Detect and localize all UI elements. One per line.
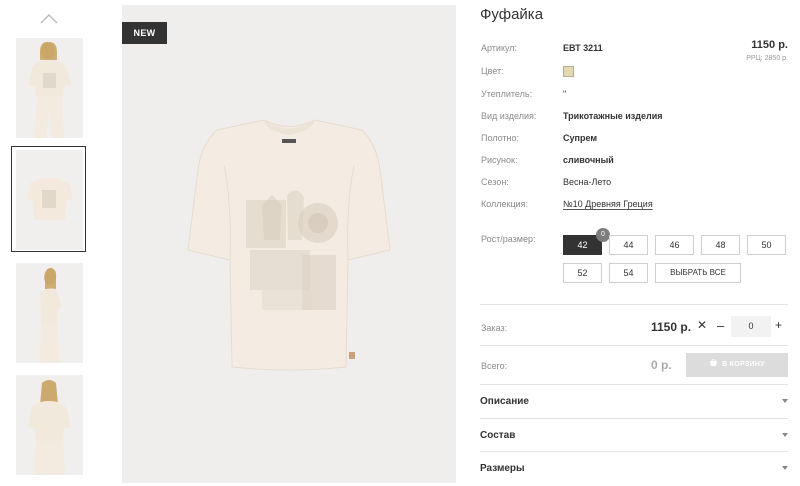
- size-option-48[interactable]: 48: [701, 235, 740, 255]
- size-option-44[interactable]: 44: [609, 235, 648, 255]
- product-price: 1150 р.: [751, 39, 788, 51]
- thumbnail-model-front[interactable]: [16, 38, 83, 138]
- collection-link[interactable]: №10 Древняя Греция: [563, 199, 653, 209]
- size-label: Рост/размер:: [481, 234, 536, 244]
- caret-down-icon: [782, 433, 788, 437]
- main-product-image[interactable]: NEW: [122, 5, 456, 483]
- size-option-54[interactable]: 54: [609, 263, 648, 283]
- thumbnail-model-side[interactable]: [16, 263, 83, 363]
- divider: [480, 451, 788, 452]
- accordion-label: Состав: [480, 430, 516, 441]
- attr-value-pattern: сливочный: [563, 155, 614, 165]
- divider: [480, 384, 788, 385]
- accordion-description[interactable]: Описание: [480, 386, 788, 419]
- thumbnail-selected-frame: [11, 146, 86, 252]
- select-all-sizes-button[interactable]: ВЫБРАТЬ ВСЕ: [655, 263, 741, 283]
- size-option-52[interactable]: 52: [563, 263, 602, 283]
- attr-value-insulation: ": [563, 89, 567, 99]
- thumbnail-model-back[interactable]: [16, 375, 83, 475]
- attr-value-article: ЕВТ 3211: [563, 43, 603, 53]
- tshirt-illustration: [122, 5, 456, 483]
- attr-label-article: Артикул:: [481, 43, 518, 53]
- attr-label-pattern: Рисунок:: [481, 155, 518, 165]
- attr-label-collection: Коллекция:: [481, 199, 529, 209]
- accordion-label: Описание: [480, 396, 529, 407]
- total-label: Всего:: [481, 361, 508, 371]
- recommended-retail-price: РРЦ: 2850 р.: [746, 55, 788, 62]
- attr-label-product-type: Вид изделия:: [481, 111, 537, 121]
- attr-value-season: Весна-Лето: [563, 177, 612, 187]
- divider: [480, 345, 788, 346]
- add-to-cart-label: В КОРЗИНУ: [722, 361, 765, 368]
- add-to-cart-button[interactable]: В КОРЗИНУ: [686, 353, 788, 377]
- cart-icon: [710, 358, 718, 366]
- accordion-composition[interactable]: Состав: [480, 420, 788, 453]
- attr-label-season: Сезон:: [481, 177, 509, 187]
- attr-value-product-type: Трикотажные изделия: [563, 111, 663, 121]
- color-swatch[interactable]: [563, 66, 574, 77]
- attr-label-insulation: Утеплитель:: [481, 89, 533, 99]
- total-price: 0 р.: [651, 358, 672, 372]
- attr-label-color: Цвет:: [481, 66, 504, 76]
- quantity-decrement-button[interactable]: –: [717, 318, 724, 333]
- accordion-sizes[interactable]: Размеры: [480, 453, 788, 486]
- order-price: 1150 р.: [651, 320, 692, 334]
- attr-label-fabric: Полотно:: [481, 133, 520, 143]
- attr-value-fabric: Супрем: [563, 133, 597, 143]
- accordion-label: Размеры: [480, 463, 525, 474]
- product-title: Фуфайка: [480, 6, 544, 23]
- quantity-increment-button[interactable]: +: [775, 318, 782, 332]
- quantity-input[interactable]: 0: [731, 316, 771, 337]
- size-option-50[interactable]: 50: [747, 235, 786, 255]
- caret-down-icon: [782, 399, 788, 403]
- divider: [480, 418, 788, 419]
- size-qty-badge: 0: [596, 228, 610, 242]
- size-option-46[interactable]: 46: [655, 235, 694, 255]
- caret-down-icon: [782, 466, 788, 470]
- order-label: Заказ:: [481, 323, 508, 333]
- new-badge: NEW: [122, 22, 167, 44]
- multiply-icon: ✕: [697, 318, 708, 332]
- thumbnails-up-chevron-icon[interactable]: [39, 11, 59, 25]
- divider: [480, 304, 788, 305]
